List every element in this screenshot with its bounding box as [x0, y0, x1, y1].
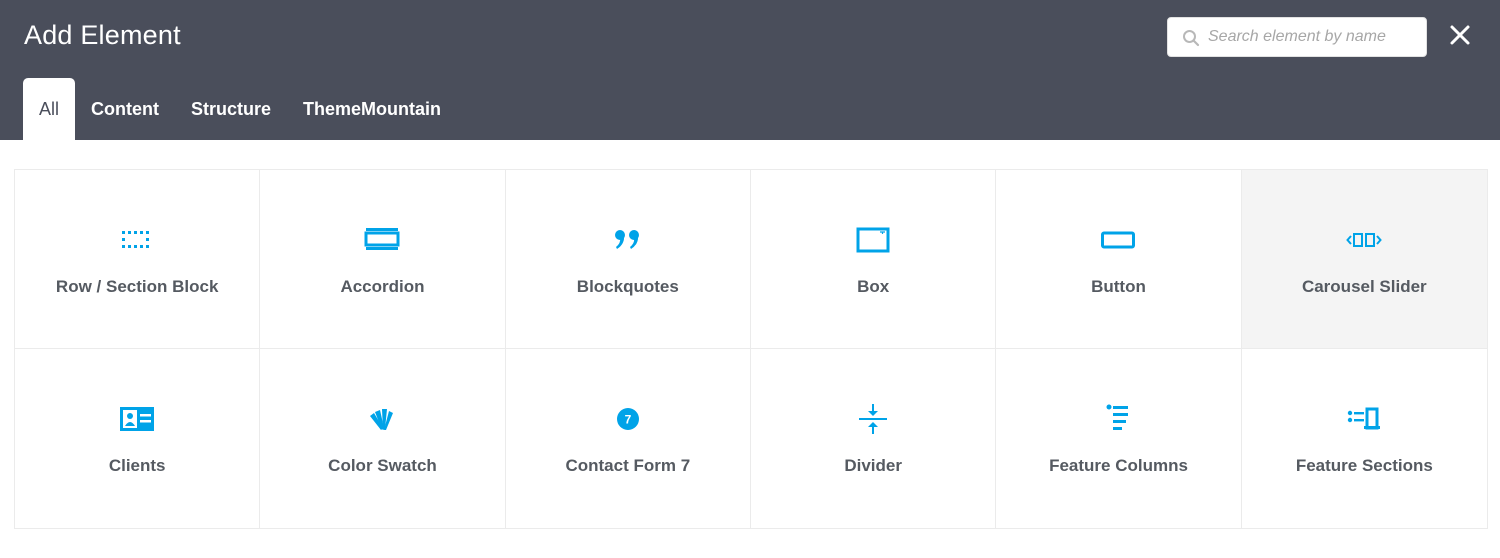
- quote-icon: [614, 230, 639, 249]
- color-swatch-icon: [370, 409, 394, 430]
- modal-header: Add Element All Content Structure ThemeM…: [0, 0, 1500, 140]
- element-label: Button: [1091, 277, 1146, 296]
- element-accordion[interactable]: Accordion: [260, 170, 506, 349]
- tab-content[interactable]: Content: [75, 78, 175, 140]
- divider-icon: [859, 404, 888, 434]
- element-box[interactable]: Box: [750, 170, 997, 349]
- accordion-icon: [364, 228, 400, 250]
- element-button[interactable]: Button: [996, 170, 1242, 349]
- element-label: Row / Section Block: [55, 277, 219, 296]
- element-grid: Row / Section Block Accordion Blockquote…: [14, 169, 1488, 529]
- element-label: Accordion: [340, 277, 425, 296]
- element-color-swatch[interactable]: Color Swatch: [260, 349, 506, 528]
- tab-all[interactable]: All: [23, 78, 76, 140]
- element-label: Blockquotes: [576, 277, 679, 296]
- button-icon: [1101, 231, 1136, 249]
- row-section-icon: [122, 231, 150, 248]
- client-card-icon: [120, 407, 155, 431]
- element-row-section-block[interactable]: Row / Section Block: [15, 170, 261, 349]
- element-label: Divider: [844, 456, 902, 475]
- search-input[interactable]: [1208, 18, 1418, 56]
- close-icon[interactable]: [1446, 21, 1474, 49]
- feature-sections-icon: [1348, 407, 1381, 430]
- modal-title: Add Element: [24, 20, 181, 50]
- feature-columns-icon: [1106, 404, 1129, 430]
- contact-form-icon: 7: [616, 408, 639, 430]
- element-carousel-slider[interactable]: Carousel Slider: [1241, 170, 1487, 349]
- carousel-icon: [1346, 233, 1383, 247]
- box-icon: [856, 227, 890, 253]
- category-tabs: All Content Structure ThemeMountain: [23, 78, 457, 140]
- element-label: Box: [857, 277, 890, 296]
- element-label: Clients: [108, 456, 166, 475]
- element-divider[interactable]: Divider: [750, 349, 997, 528]
- element-label: Feature Sections: [1295, 456, 1433, 475]
- element-feature-sections[interactable]: Feature Sections: [1241, 349, 1487, 528]
- search-icon: [1183, 30, 1200, 47]
- element-label: Contact Form 7: [565, 456, 691, 475]
- element-blockquotes[interactable]: Blockquotes: [505, 170, 751, 349]
- element-label: Feature Columns: [1049, 456, 1188, 475]
- search-box[interactable]: [1167, 17, 1427, 57]
- contact-form-icon-number: 7: [624, 413, 631, 427]
- element-feature-columns[interactable]: Feature Columns: [996, 349, 1242, 528]
- element-label: Color Swatch: [328, 456, 437, 475]
- element-contact-form-7[interactable]: 7 Contact Form 7: [505, 349, 751, 528]
- tab-structure[interactable]: Structure: [175, 78, 287, 140]
- element-label: Carousel Slider: [1301, 277, 1427, 296]
- element-clients[interactable]: Clients: [15, 349, 261, 528]
- tab-thememountain[interactable]: ThemeMountain: [287, 78, 457, 140]
